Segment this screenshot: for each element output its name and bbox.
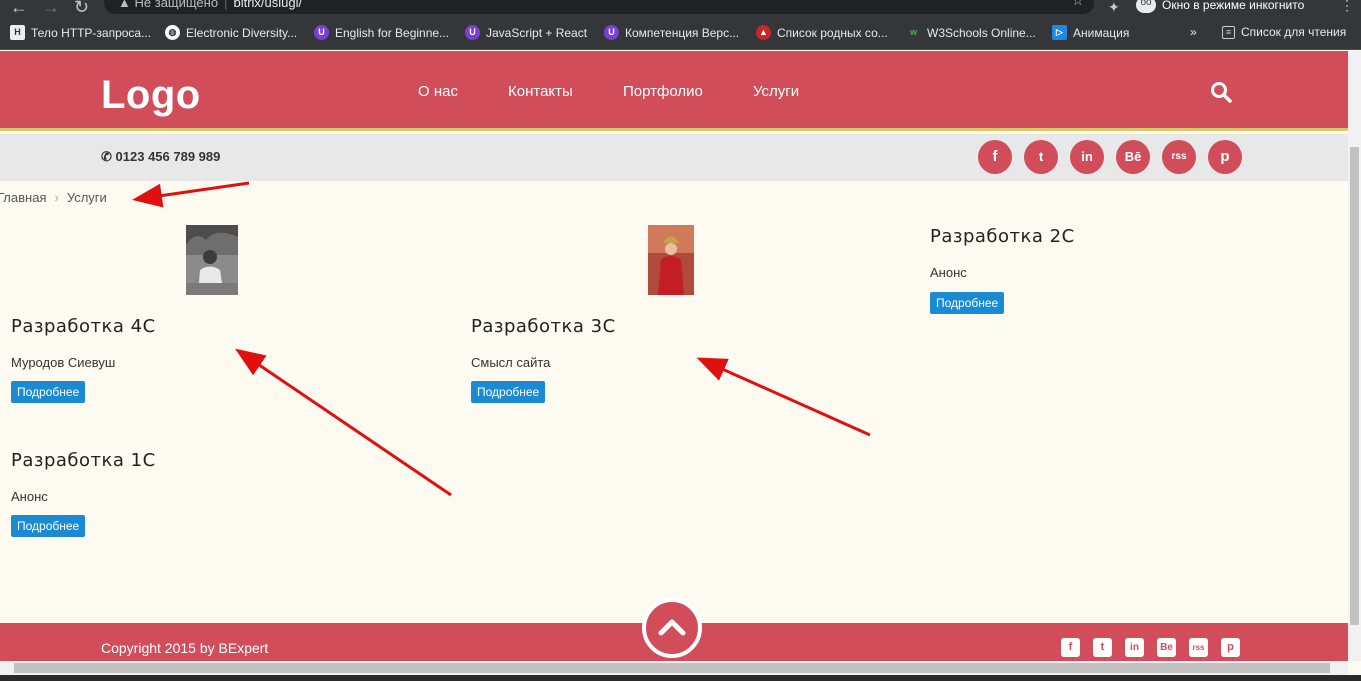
vertical-scrollbar[interactable] — [1348, 51, 1361, 661]
badge-icon: U — [604, 25, 619, 40]
pinterest-icon[interactable]: p — [1208, 140, 1242, 174]
bookmark-label: English for Beginne... — [335, 25, 450, 40]
bookmark-label: Компетенция Верс... — [625, 25, 740, 40]
contact-bar: ✆ 0123 456 789 989 f t in Bē rss p — [0, 134, 1348, 181]
linkedin-icon[interactable]: in — [1070, 140, 1104, 174]
breadcrumb-separator: › — [54, 190, 59, 205]
more-button[interactable]: Подробнее — [11, 381, 86, 403]
facebook-icon[interactable]: f — [1061, 638, 1080, 657]
more-button[interactable]: Подробнее — [11, 515, 86, 537]
reading-list-label: Список для чтения — [1241, 25, 1347, 39]
file-icon: H — [10, 25, 25, 40]
service-anons: Смысл сайта — [471, 355, 551, 370]
bookmark-label: Electronic Diversity... — [186, 25, 298, 40]
phone-number: ✆ 0123 456 789 989 — [101, 149, 220, 165]
shield-icon: ▲ — [756, 25, 771, 40]
bookmark-label: Тело HTTP-запроса... — [31, 25, 152, 40]
incognito-label: Окно в режиме инкогнито — [1162, 0, 1305, 12]
nav-item-services[interactable]: Услуги — [753, 83, 799, 100]
bookmark-item[interactable]: w W3Schools Online... — [906, 25, 1036, 40]
bookmark-item[interactable]: ◍ Electronic Diversity... — [165, 25, 297, 40]
bookmark-item[interactable]: ▷ Анимация — [1052, 25, 1129, 40]
more-button[interactable]: Подробнее — [930, 292, 1005, 314]
site-header: Logo О нас Контакты Портфолио Услуги — [0, 51, 1348, 131]
annotation-arrow — [132, 181, 250, 208]
facebook-icon[interactable]: f — [978, 140, 1012, 174]
twitter-icon[interactable]: t — [1024, 140, 1058, 174]
chevrons-icon: » — [1190, 25, 1197, 39]
nav-item-contacts[interactable]: Контакты — [508, 83, 573, 100]
url-text: bitrix/uslugi/ — [233, 0, 303, 10]
code-icon: ▷ — [1052, 25, 1067, 40]
bookmark-label: Анимация — [1073, 25, 1130, 40]
copyright-text: Copyright 2015 by BExpert — [101, 640, 269, 656]
chevron-up-icon — [658, 619, 686, 636]
annotation-arrow — [235, 348, 452, 497]
behance-icon[interactable]: Bē — [1116, 140, 1150, 174]
service-title[interactable]: Разработка 4С — [11, 316, 156, 337]
service-title[interactable]: Разработка 3С — [471, 316, 616, 337]
star-icon[interactable]: ☆ — [1071, 0, 1084, 9]
service-title[interactable]: Разработка 2С — [930, 226, 1075, 247]
twitter-icon[interactable]: t — [1093, 638, 1112, 657]
menu-dots-icon[interactable]: ⋮ — [1340, 0, 1354, 14]
bookmark-label: JavaScript + React — [486, 25, 588, 40]
rss-icon[interactable]: rss — [1189, 638, 1208, 657]
security-label: Не защищено — [134, 0, 219, 10]
badge-icon: U — [465, 25, 480, 40]
reload-icon[interactable]: ↻ — [74, 0, 89, 18]
bookmark-item[interactable]: H Тело HTTP-запроса... — [10, 25, 151, 40]
service-anons: Анонс — [930, 265, 967, 280]
pinterest-icon[interactable]: p — [1221, 638, 1240, 657]
annotation-arrow — [696, 357, 871, 437]
address-bar[interactable]: ▲ Не защищено | bitrix/uslugi/ ☆ — [104, 0, 1094, 14]
service-title[interactable]: Разработка 1С — [11, 450, 156, 471]
service-photo[interactable] — [186, 225, 238, 295]
breadcrumb: Главная › Услуги — [0, 190, 107, 205]
bookmark-item[interactable]: U English for Beginne... — [314, 25, 449, 40]
behance-icon[interactable]: Be — [1157, 638, 1176, 657]
more-button[interactable]: Подробнее — [471, 381, 546, 403]
breadcrumb-current: Услуги — [66, 190, 107, 205]
bookmark-item[interactable]: ▲ Список родных со... — [756, 25, 888, 40]
nav-item-about[interactable]: О нас — [418, 83, 458, 100]
service-anons: Анонс — [11, 489, 48, 504]
forward-icon[interactable]: → — [42, 0, 60, 18]
scroll-top-button[interactable] — [642, 598, 702, 658]
breadcrumb-home[interactable]: Главная — [0, 190, 46, 205]
w3-icon: w — [906, 25, 921, 40]
os-taskbar — [0, 675, 1361, 681]
service-anons: Муродов Сиевуш — [11, 355, 116, 370]
service-photo[interactable] — [648, 225, 694, 295]
browser-toolbar: ← → ↻ ▲ Не защищено | bitrix/uslugi/ ☆ ✦ o… — [0, 0, 1361, 18]
extensions-icon[interactable]: ✦ — [1108, 0, 1120, 16]
site-logo[interactable]: Logo — [101, 73, 201, 118]
bookmarks-bar: H Тело HTTP-запроса... ◍ Electronic Dive… — [0, 18, 1361, 50]
rss-icon[interactable]: rss — [1162, 140, 1196, 174]
bookmark-item[interactable]: U Компетенция Верс... — [604, 25, 739, 40]
linkedin-icon[interactable]: in — [1125, 638, 1144, 657]
phone-text: 0123 456 789 989 — [115, 149, 221, 164]
bookmark-label: Список родных со... — [777, 25, 888, 40]
reading-list-button[interactable]: ≡ Список для чтения — [1222, 25, 1346, 39]
phone-icon: ✆ — [101, 149, 112, 164]
search-icon[interactable] — [1210, 81, 1232, 108]
nav-item-portfolio[interactable]: Портфолио — [623, 83, 703, 100]
horizontal-scrollbar[interactable] — [0, 661, 1348, 675]
back-icon[interactable]: ← — [10, 0, 28, 18]
badge-icon: U — [314, 25, 329, 40]
scrollbar-thumb[interactable] — [1350, 147, 1359, 625]
scrollbar-thumb[interactable] — [14, 663, 1330, 673]
incognito-indicator[interactable]: oo Окно в режиме инкогнито — [1136, 0, 1304, 13]
incognito-icon: oo — [1136, 0, 1156, 13]
more-bookmarks-button[interactable]: » — [1190, 25, 1197, 39]
warning-icon: ▲ — [118, 0, 131, 10]
reading-list-icon: ≡ — [1222, 25, 1235, 39]
bookmark-item[interactable]: U JavaScript + React — [465, 25, 587, 40]
globe-icon: ◍ — [165, 25, 180, 40]
bookmark-label: W3Schools Online... — [927, 25, 1036, 40]
